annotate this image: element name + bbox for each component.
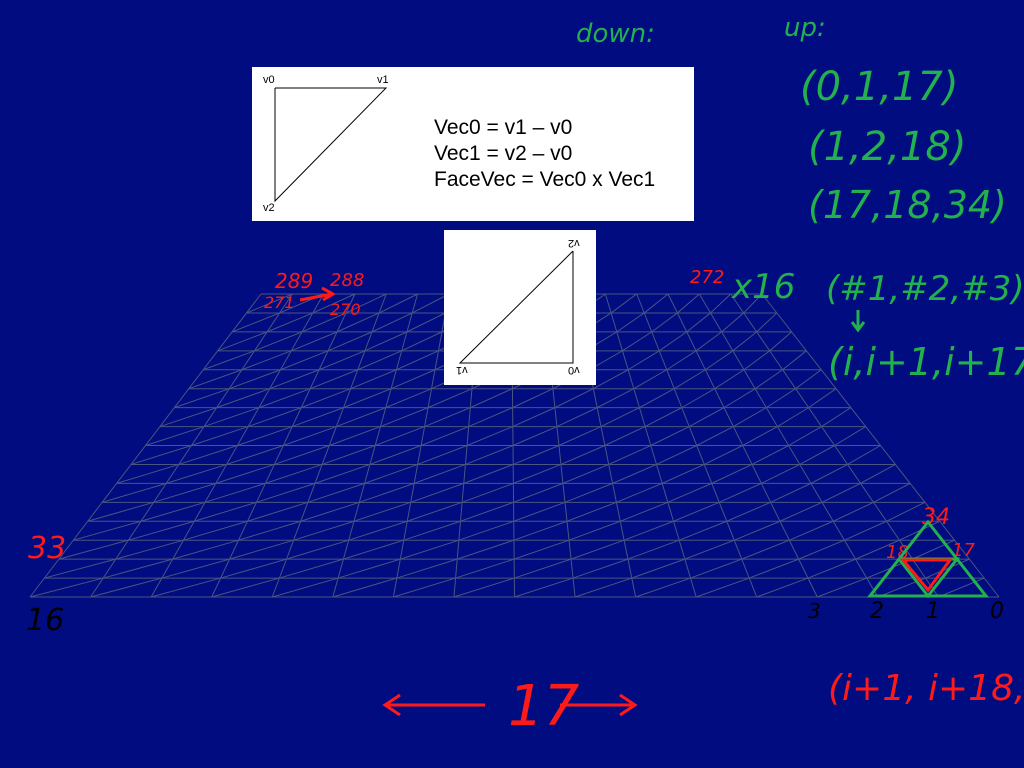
grid-label: 288 xyxy=(330,270,364,291)
left-arrow-icon xyxy=(382,693,485,717)
grid-label: 289 xyxy=(275,269,313,293)
left-count-label: 33 xyxy=(28,531,66,566)
up-item: (17,18,34) xyxy=(808,183,1007,227)
grid-label: 272 xyxy=(690,267,724,288)
bottom-index-label: 1 xyxy=(926,599,940,624)
grid-label: 270 xyxy=(330,300,361,319)
bottom-index-label: 3 xyxy=(808,599,821,623)
bottom-index-label: 2 xyxy=(870,599,884,624)
generic-index-label: (#1,#2,#3) xyxy=(826,269,1024,309)
annotations-layer: down: up: (0,1,17) (1,2,18) (17,18,34) (… xyxy=(26,13,1024,739)
up-item: (0,1,17) xyxy=(800,64,958,110)
bottom-index-label: 0 xyxy=(990,599,1004,624)
generic-formula-label: (i,i+1,i+17) xyxy=(828,340,1024,384)
down-arrow-icon xyxy=(850,310,866,333)
down-label: down: xyxy=(576,19,655,49)
times-16-label: x16 xyxy=(731,267,795,307)
canvas: v0 v1 v2 Vec0 = v1 – v0 Vec1 = v2 – v0 F… xyxy=(0,0,1024,768)
up-label: up: xyxy=(784,13,826,43)
down-formula-label: (i+1, i+18, i+6 xyxy=(828,668,1024,709)
bottom-left-label: 16 xyxy=(26,603,64,638)
up-item: (1,2,18) xyxy=(808,124,966,170)
grid-label: 271 xyxy=(264,293,295,312)
